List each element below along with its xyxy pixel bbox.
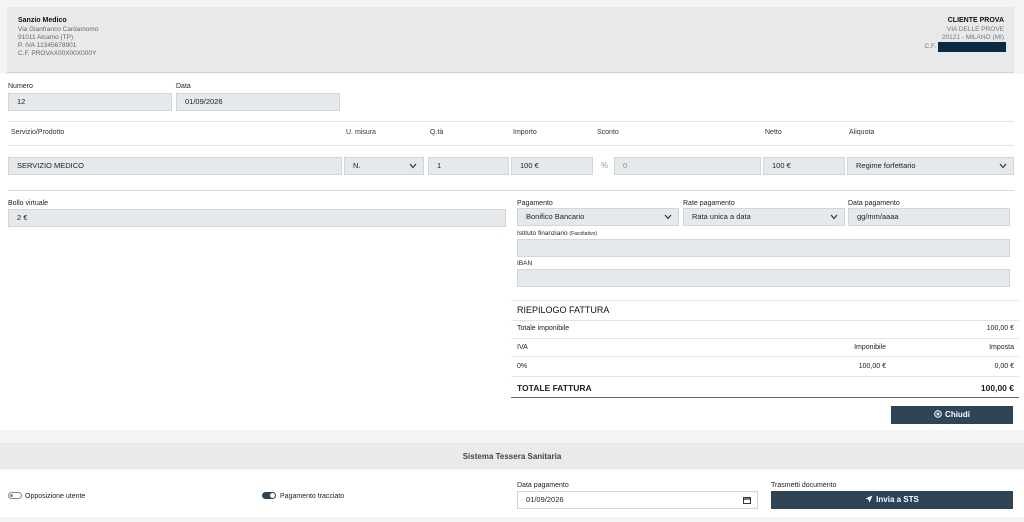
- chevron-down-icon: [409, 163, 417, 169]
- taxable-total-value: 100,00 €: [986, 325, 1014, 332]
- toggle-knob: [270, 493, 275, 498]
- unit-select[interactable]: N.: [344, 157, 424, 175]
- number-field[interactable]: 12: [8, 93, 172, 111]
- calendar-icon: [743, 497, 751, 504]
- payment-method-select[interactable]: Bonifico Bancario: [517, 208, 679, 226]
- separator: [511, 356, 1019, 357]
- date-field[interactable]: 01/09/2026: [176, 93, 340, 111]
- issuer-address: Via Gianfranco Cardamomo: [18, 26, 99, 33]
- sts-date-label: Data pagamento: [517, 482, 569, 489]
- issuer-name: Sanzio Medico: [18, 17, 67, 24]
- unit-value: N.: [353, 161, 361, 170]
- col-amount: Importo: [513, 129, 537, 136]
- separator: [511, 338, 1019, 339]
- invoice-total-label: TOTALE FATTURA: [517, 383, 592, 393]
- col-net: Netto: [765, 129, 782, 136]
- opposition-label: Opposizione utente: [25, 493, 86, 500]
- sts-title: Sistema Tessera Sanitaria: [462, 452, 562, 461]
- close-button-label: Chiudi: [945, 410, 970, 419]
- separator: [8, 145, 1014, 146]
- discount-percent-symbol: %: [601, 161, 609, 170]
- iva-row-tax: 0,00 €: [994, 363, 1014, 370]
- discount-field[interactable]: 0: [614, 157, 761, 175]
- separator: [511, 376, 1019, 377]
- amount-field[interactable]: 100 €: [511, 157, 593, 175]
- stamp-field[interactable]: 2 €: [8, 209, 506, 227]
- separator: [511, 320, 1019, 321]
- sts-date-input[interactable]: 01/09/2026: [517, 491, 758, 509]
- client-address: VIA DELLE PROVE: [946, 26, 1004, 33]
- issuer-city: 91011 Alcamo (TP): [18, 34, 74, 41]
- col-service: Servizio/Prodotto: [11, 129, 65, 136]
- close-icon: [934, 410, 942, 418]
- stamp-label: Bollo virtuale: [8, 200, 49, 207]
- chevron-down-icon: [830, 214, 838, 220]
- iva-row-taxable: 100,00 €: [858, 363, 886, 370]
- taxable-total-label: Totale imponibile: [517, 325, 570, 332]
- traced-toggle[interactable]: [262, 492, 276, 499]
- header-panel: Sanzio Medico Via Gianfranco Cardamomo 9…: [7, 7, 1014, 73]
- main-panel: Numero 12 Data 01/09/2026 Servizio/Prodo…: [0, 74, 1024, 430]
- bank-input[interactable]: [517, 239, 1010, 257]
- summary-title: RIEPILOGO FATTURA: [517, 305, 610, 315]
- date-label: Data: [176, 83, 191, 90]
- payment-method-label: Pagamento: [517, 200, 553, 207]
- iban-input[interactable]: [517, 269, 1010, 287]
- installment-value: Rata unica a data: [692, 212, 751, 221]
- col-qty: Q.tà: [430, 129, 444, 136]
- sts-date-value: 01/09/2026: [526, 495, 564, 504]
- close-button[interactable]: Chiudi: [891, 406, 1013, 424]
- taxable-col-header: Imponibile: [854, 344, 886, 351]
- opposition-toggle[interactable]: [8, 492, 22, 499]
- sts-header: Sistema Tessera Sanitaria: [0, 443, 1024, 469]
- iva-col-header: IVA: [517, 344, 528, 351]
- send-document-label: Trasmetti documento: [771, 482, 837, 489]
- number-label: Numero: [8, 83, 33, 90]
- traced-label: Pagamento tracciato: [280, 493, 345, 500]
- installment-select[interactable]: Rata unica a data: [683, 208, 845, 226]
- separator: [511, 300, 1019, 301]
- qty-field[interactable]: 1: [428, 157, 509, 175]
- client-city: 20121 - MILANO (MI): [941, 34, 1004, 41]
- payment-date-label: Data pagamento: [848, 200, 900, 207]
- col-unit: U. misura: [346, 129, 376, 136]
- send-sts-button[interactable]: Invia a STS: [771, 491, 1013, 509]
- client-tax-code-label: C.F.: [924, 43, 936, 50]
- client-tax-code-redacted: [938, 42, 1006, 52]
- tax-col-header: Imposta: [989, 344, 1014, 351]
- issuer-tax-code: C.F. PROVAX00X00X000Y: [18, 50, 97, 57]
- discount-value: 0: [623, 161, 628, 170]
- send-icon: [865, 495, 873, 503]
- separator: [511, 397, 1019, 398]
- client-title: CLIENTE PROVA: [947, 17, 1004, 24]
- rate-value: Regime forfettario: [856, 161, 916, 170]
- iva-row-rate: 0%: [517, 363, 528, 370]
- payment-date-input[interactable]: gg/mm/aaaa: [848, 208, 1010, 226]
- col-discount: Sconto: [597, 129, 619, 136]
- rate-select[interactable]: Regime forfettario: [847, 157, 1014, 175]
- bank-label: Istituto finanziario (Facoltativo): [517, 230, 597, 237]
- payment-method-value: Bonifico Bancario: [526, 212, 585, 221]
- iban-label: IBAN: [517, 260, 533, 267]
- installment-label: Rate pagamento: [683, 200, 735, 207]
- chevron-down-icon: [999, 163, 1007, 169]
- bank-label-text: Istituto finanziario: [517, 230, 568, 237]
- invoice-total-value: 100,00 €: [980, 383, 1014, 393]
- separator: [8, 121, 1014, 122]
- col-rate: Aliquota: [849, 129, 875, 136]
- bank-optional-note: (Facoltativo): [569, 231, 597, 237]
- net-field[interactable]: 100 €: [763, 157, 845, 175]
- service-field[interactable]: SERVIZIO MEDICO: [8, 157, 342, 175]
- separator: [8, 190, 1014, 191]
- sts-panel: Opposizione utente Pagamento tracciato D…: [0, 470, 1024, 517]
- chevron-down-icon: [664, 214, 672, 220]
- send-sts-button-label: Invia a STS: [876, 495, 919, 504]
- issuer-vat: P. IVA 12345678901: [18, 42, 77, 49]
- toggle-knob: [10, 494, 13, 497]
